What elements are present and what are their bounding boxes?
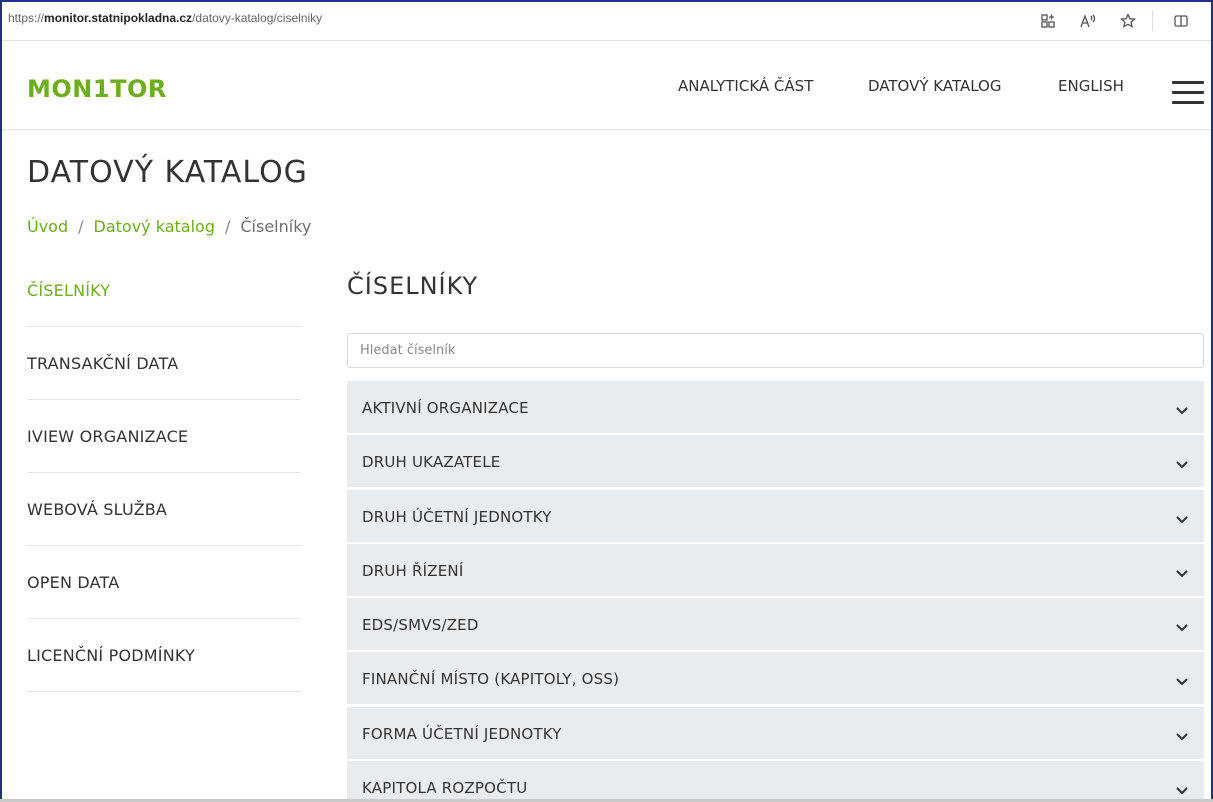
chevron-down-icon [1175,455,1189,469]
chevron-down-icon [1175,781,1189,795]
browser-address-bar: https://monitor.statnipokladna.cz/datovy… [2,2,1211,41]
browser-window: https://monitor.statnipokladna.cz/datovy… [0,0,1213,802]
accordion-item-label: DRUH UKAZATELE [362,453,501,472]
hamburger-line [1172,101,1204,104]
breadcrumb-separator: / [224,217,231,236]
accordion-item-label: FORMA ÚČETNÍ JEDNOTKY [362,724,562,743]
breadcrumb-separator: / [78,217,84,236]
accordion-item-label: KAPITOLA ROZPOČTU [362,779,528,798]
site-header: MON1TOR ANALYTICKÁ ČÁST DATOVÝ KATALOG E… [2,41,1211,130]
accordion-item[interactable]: EDS/SMVS/ZED [347,598,1204,651]
url-prefix: https:// [8,11,45,25]
chevron-down-icon [1175,727,1189,741]
accordion-item-label: FINANČNÍ MÍSTO (KAPITOLY, OSS) [362,670,620,689]
hamburger-line [1172,91,1204,94]
toolbar-divider [1152,11,1153,31]
sidebar-item-ciselniky[interactable]: ČÍSELNÍKY [27,254,301,327]
url-field[interactable]: https://monitor.statnipokladna.cz/datovy… [8,11,322,25]
breadcrumb-datovy-katalog[interactable]: Datový katalog [94,217,215,236]
split-screen-icon[interactable] [1161,9,1201,33]
sidebar-item-open-data[interactable]: OPEN DATA [27,546,301,619]
accordion-list: AKTIVNÍ ORGANIZACE DRUH UKAZATELE DRUH Ú… [347,381,1204,802]
app-available-icon[interactable] [1028,9,1068,33]
accordion-item[interactable]: FORMA ÚČETNÍ JEDNOTKY [347,706,1204,759]
hamburger-line [1172,81,1204,84]
breadcrumb-current: Číselníky [240,217,312,236]
accordion-item-label: AKTIVNÍ ORGANIZACE [362,399,529,417]
accordion-item[interactable]: DRUH ÚČETNÍ JEDNOTKY [347,489,1204,542]
chevron-down-icon [1175,672,1189,686]
hamburger-menu-icon[interactable] [1172,81,1204,105]
section-title: ČÍSELNÍKY [347,272,479,300]
url-path: /datovy-katalog/ciselniky [192,11,323,25]
chevron-down-icon [1175,510,1189,524]
accordion-item-label: DRUH ŘÍZENÍ [362,561,464,580]
nav-english[interactable]: ENGLISH [1058,77,1124,95]
browser-toolbar [1028,9,1201,33]
chevron-down-icon [1175,401,1189,415]
accordion-item[interactable]: FINANČNÍ MÍSTO (KAPITOLY, OSS) [347,652,1204,705]
accordion-item-label: EDS/SMVS/ZED [362,616,479,635]
breadcrumb-home[interactable]: Úvod [27,217,68,236]
accordion-item[interactable]: AKTIVNÍ ORGANIZACE [347,381,1204,433]
nav-analyticka-cast[interactable]: ANALYTICKÁ ČÁST [678,77,813,95]
page-title: DATOVÝ KATALOG [27,155,308,190]
sidebar-item-transakcni-data[interactable]: TRANSAKČNÍ DATA [27,327,301,400]
accordion-item[interactable]: KAPITOLA ROZPOČTU [347,761,1204,802]
breadcrumb: Úvod / Datový katalog / Číselníky [27,217,311,236]
sidebar-item-webova-sluzba[interactable]: WEBOVÁ SLUŽBA [27,473,301,546]
accordion-item-label: DRUH ÚČETNÍ JEDNOTKY [362,507,552,526]
favorite-star-icon[interactable] [1108,9,1148,33]
url-host: monitor.statnipokladna.cz [44,11,193,25]
site-logo[interactable]: MON1TOR [27,75,167,103]
accordion-item[interactable]: DRUH ŘÍZENÍ [347,543,1204,596]
accordion-item[interactable]: DRUH UKAZATELE [347,435,1204,488]
read-aloud-icon[interactable] [1068,9,1108,33]
sidebar-item-licencni-podminky[interactable]: LICENČNÍ PODMÍNKY [27,619,301,692]
chevron-down-icon [1175,564,1189,578]
nav-datovy-katalog[interactable]: DATOVÝ KATALOG [868,77,1001,95]
sidebar-item-iview-organizace[interactable]: IVIEW ORGANIZACE [27,400,301,473]
search-input[interactable] [347,333,1204,368]
sidebar-nav: ČÍSELNÍKY TRANSAKČNÍ DATA IVIEW ORGANIZA… [27,254,301,692]
chevron-down-icon [1175,618,1189,632]
